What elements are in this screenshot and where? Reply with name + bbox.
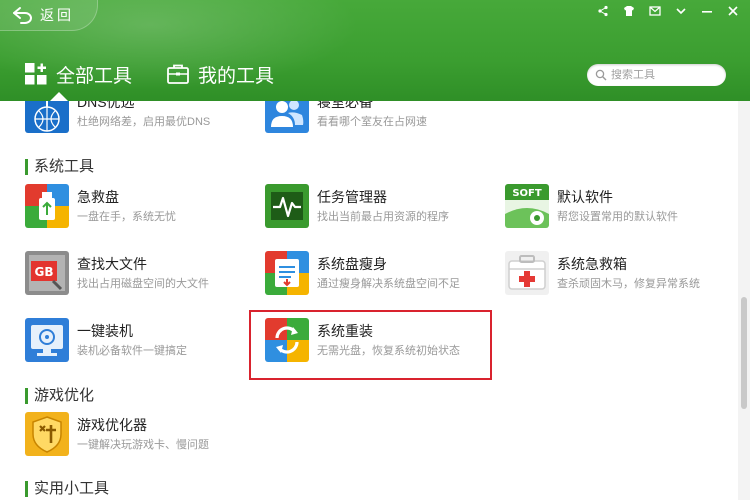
tool-list: DNS优选 杜绝网络差，启用最优DNS 寝室必备 看看哪个室友在占网速 系统工具 (0, 101, 738, 500)
grid-plus-icon (25, 63, 47, 85)
disk-slim-icon (265, 251, 309, 295)
section-utility-tools: 实用小工具 (25, 480, 109, 498)
tool-name: DNS优选 (77, 101, 135, 110)
tool-disk-slim[interactable]: 系统盘瘦身 通过瘦身解决系统盘空间不足 (265, 251, 507, 295)
tool-rescue-disk[interactable]: 急救盘 一盘在手，系统无忧 (25, 184, 267, 228)
tab-my-tools[interactable]: 我的工具 (166, 60, 274, 88)
tool-find-large-files[interactable]: GB 查找大文件 找出占用磁盘空间的大文件 (25, 251, 267, 295)
close-icon[interactable] (722, 2, 744, 20)
search-icon (595, 69, 607, 81)
tool-dns-optimize[interactable]: DNS优选 杜绝网络差，启用最优DNS (25, 101, 267, 133)
highlight-frame (249, 310, 492, 380)
svg-text:SOFT: SOFT (512, 188, 542, 199)
app-header: 返回 全部工具 我的工具 搜索工具 (0, 0, 750, 101)
section-game-optimize: 游戏优化 (25, 387, 94, 405)
users-icon (265, 101, 309, 133)
tool-desc: 一盘在手，系统无忧 (77, 211, 176, 223)
tool-desc: 帮您设置常用的默认软件 (557, 211, 678, 223)
search-input[interactable] (611, 69, 721, 81)
tab-all-tools-label: 全部工具 (56, 65, 133, 87)
share-icon[interactable] (592, 2, 614, 20)
monitor-install-icon (25, 318, 69, 362)
menu-icon[interactable] (670, 2, 692, 20)
tool-desc: 看看哪个室友在占网速 (317, 116, 427, 128)
tab-bar: 全部工具 我的工具 (24, 60, 274, 88)
tool-desc: 装机必备软件一键搞定 (77, 345, 187, 357)
message-icon[interactable] (644, 2, 666, 20)
tool-desc: 一键解决玩游戏卡、慢问题 (77, 439, 209, 451)
tool-desc: 找出当前最占用资源的程序 (317, 211, 449, 223)
section-system-tools: 系统工具 (25, 158, 94, 176)
back-arrow-icon (13, 7, 32, 24)
tab-my-tools-label: 我的工具 (198, 65, 275, 87)
minimize-icon[interactable] (696, 2, 718, 20)
back-button[interactable]: 返回 (0, 0, 98, 31)
section-title: 实用小工具 (34, 480, 110, 497)
active-tab-indicator (50, 92, 68, 101)
section-accent-bar (25, 159, 28, 175)
toolbox-icon (167, 64, 189, 84)
dns-tower-icon (25, 101, 69, 133)
tool-one-click-install[interactable]: 一键装机 装机必备软件一键搞定 (25, 318, 267, 362)
gb-file-icon: GB (25, 251, 69, 295)
tool-default-software[interactable]: SOFT 默认软件 帮您设置常用的默认软件 (505, 184, 738, 228)
tool-name: 任务管理器 (317, 189, 387, 205)
first-aid-icon (505, 251, 549, 295)
tool-name: 急救盘 (77, 189, 119, 205)
soft-settings-icon: SOFT (505, 184, 549, 228)
tool-desc: 通过瘦身解决系统盘空间不足 (317, 278, 460, 290)
search-box[interactable] (587, 64, 726, 86)
tool-name: 系统盘瘦身 (317, 256, 387, 272)
section-accent-bar (25, 481, 28, 497)
tool-first-aid-kit[interactable]: 系统急救箱 查杀顽固木马，修复异常系统 (505, 251, 738, 295)
scrollbar-thumb[interactable] (741, 297, 747, 409)
usb-rescue-icon (25, 184, 69, 228)
tool-desc: 查杀顽固木马，修复异常系统 (557, 278, 700, 290)
tool-game-optimizer[interactable]: 游戏优化器 一键解决玩游戏卡、慢问题 (25, 412, 267, 456)
vertical-scrollbar[interactable] (738, 101, 750, 500)
tool-desc: 杜绝网络差，启用最优DNS (77, 116, 211, 128)
section-accent-bar (25, 388, 28, 404)
tab-all-tools[interactable]: 全部工具 (24, 60, 132, 88)
tool-name: 游戏优化器 (77, 417, 147, 433)
tool-name: 查找大文件 (77, 256, 147, 272)
tool-name: 默认软件 (557, 189, 613, 205)
section-title: 系统工具 (34, 158, 95, 175)
skin-icon[interactable] (618, 2, 640, 20)
task-monitor-icon (265, 184, 309, 228)
back-label: 返回 (40, 7, 74, 23)
game-shield-icon (25, 412, 69, 456)
section-title: 游戏优化 (34, 387, 95, 404)
tool-desc: 找出占用磁盘空间的大文件 (77, 278, 209, 290)
tool-name: 一键装机 (77, 323, 133, 339)
tool-name: 寝室必备 (317, 101, 373, 110)
tool-name: 系统急救箱 (557, 256, 627, 272)
svg-text:GB: GB (35, 265, 54, 279)
tool-task-manager[interactable]: 任务管理器 找出当前最占用资源的程序 (265, 184, 507, 228)
tool-dorm-essential[interactable]: 寝室必备 看看哪个室友在占网速 (265, 101, 507, 133)
window-controls (592, 2, 744, 20)
